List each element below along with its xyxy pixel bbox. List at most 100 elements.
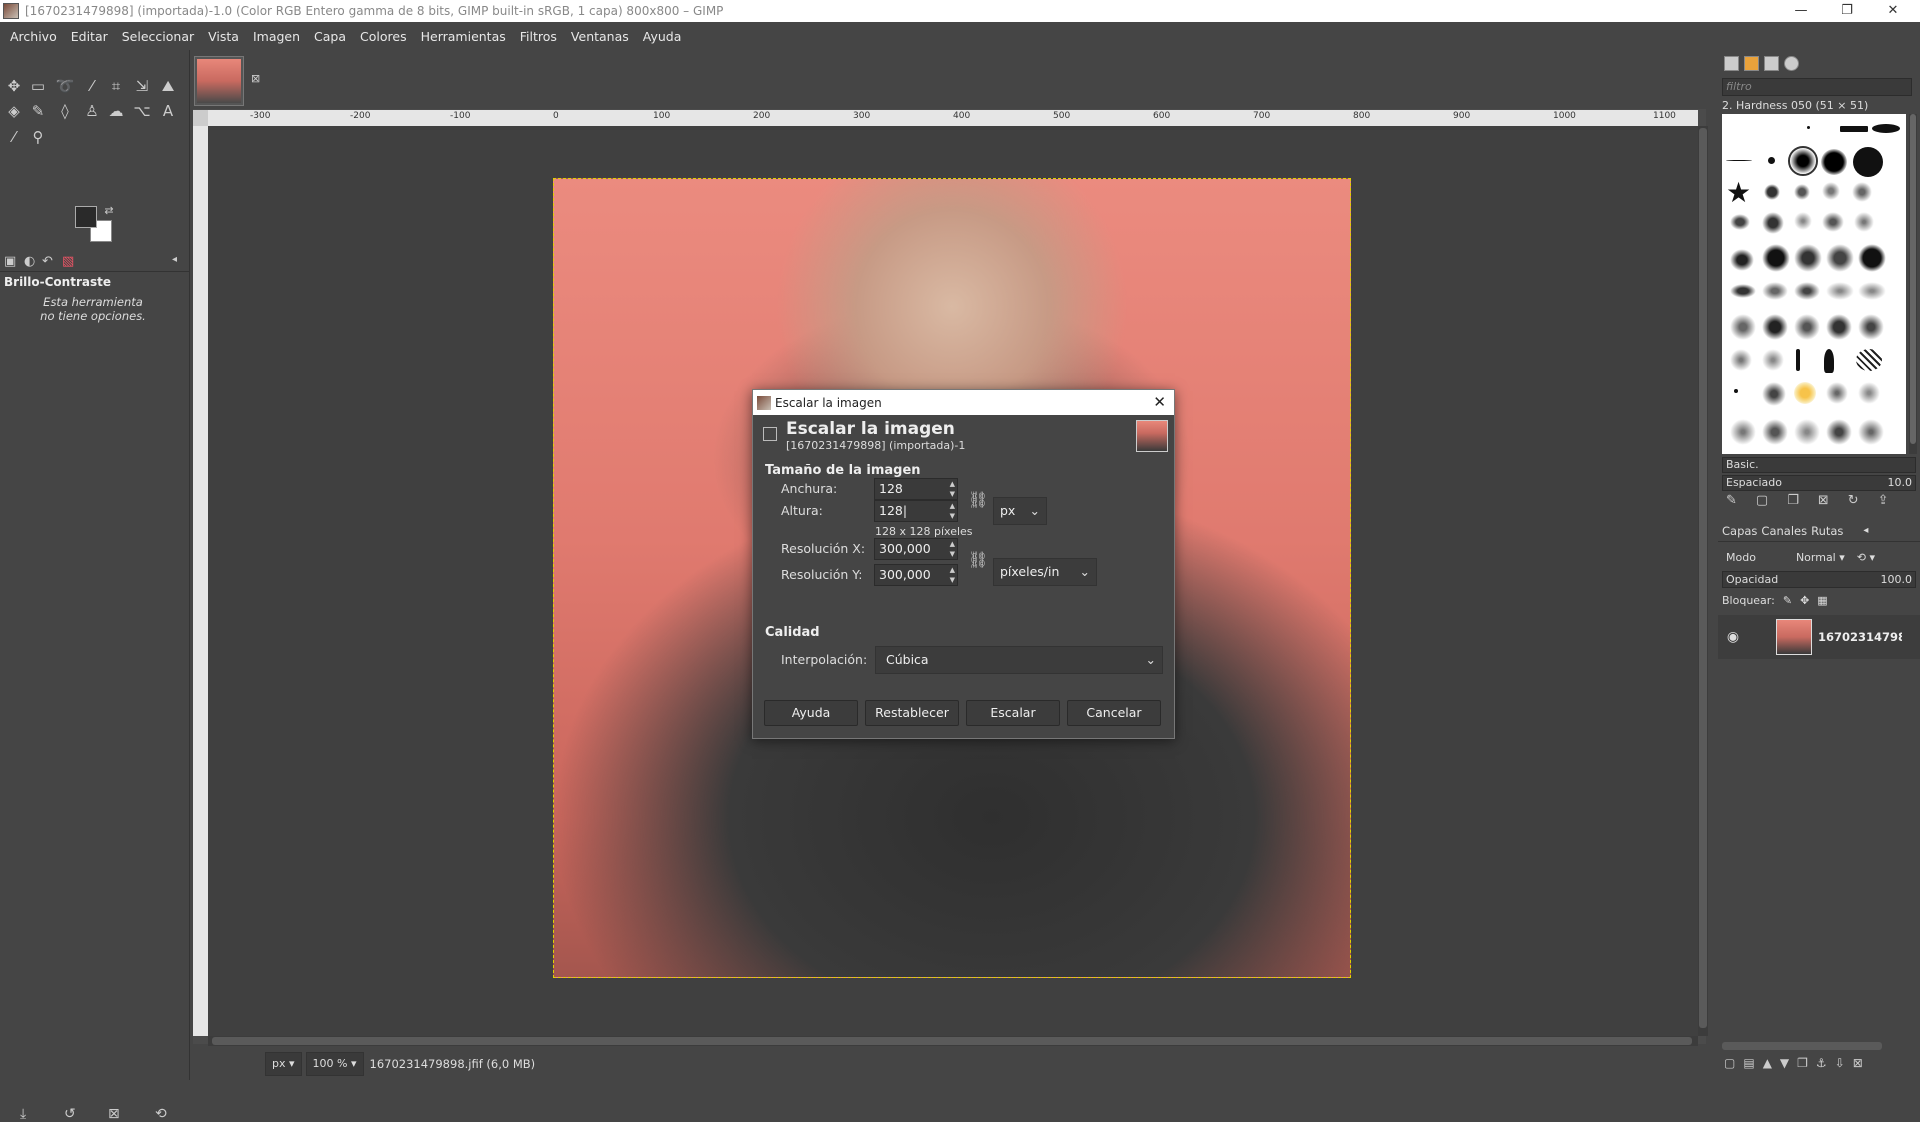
new-group-icon[interactable]: ▤ xyxy=(1743,1056,1754,1070)
star-brush-icon[interactable]: ★ xyxy=(1726,176,1751,209)
scale-button[interactable]: Escalar xyxy=(966,700,1060,726)
resolution-unit-dropdown[interactable]: píxeles/in ⌄ xyxy=(993,558,1097,586)
brush-preview[interactable] xyxy=(1730,284,1756,298)
delete-layer-icon[interactable]: ⊠ xyxy=(1853,1056,1863,1070)
open-brush-icon[interactable]: ⇪ xyxy=(1878,493,1889,508)
interpolation-dropdown[interactable]: Cúbica ⌄ xyxy=(875,646,1163,674)
fonts-tab-icon[interactable] xyxy=(1764,56,1779,71)
brush-preview[interactable] xyxy=(1856,349,1882,371)
resy-stepper-icon[interactable]: ▲ ▼ xyxy=(950,565,955,585)
clone-icon[interactable]: ♙ xyxy=(81,100,103,122)
paintbrush-icon[interactable]: ✎ xyxy=(27,100,49,122)
foreground-color-swatch[interactable] xyxy=(75,206,97,228)
brush-preview[interactable] xyxy=(1726,160,1752,161)
brush-preview[interactable] xyxy=(1872,124,1900,133)
brush-preview[interactable] xyxy=(1734,389,1738,393)
lock-position-icon[interactable]: ✥ xyxy=(1800,594,1809,607)
eye-icon[interactable]: ◉ xyxy=(1718,629,1748,645)
menu-editar[interactable]: Editar xyxy=(64,29,115,44)
brush-preview[interactable] xyxy=(1854,212,1874,232)
brush-preview[interactable] xyxy=(1762,382,1786,406)
reset-button[interactable]: Restablecer xyxy=(865,700,959,726)
device-status-tab-icon[interactable]: ◐ xyxy=(24,254,35,269)
height-input[interactable]: 128| ▲ ▼ xyxy=(874,500,958,522)
new-layer-icon[interactable]: ▢ xyxy=(1724,1056,1735,1070)
brush-preview[interactable] xyxy=(1794,419,1820,445)
brush-preview[interactable] xyxy=(1794,212,1812,230)
lock-pixels-icon[interactable]: ✎ xyxy=(1783,594,1792,607)
brush-preview[interactable] xyxy=(1764,184,1780,200)
image-tab[interactable] xyxy=(194,56,244,106)
menu-archivo[interactable]: Archivo xyxy=(3,29,64,44)
unit-dropdown[interactable]: px ▾ xyxy=(265,1052,302,1076)
menu-capa[interactable]: Capa xyxy=(307,29,353,44)
anchor-layer-icon[interactable]: ⚓ xyxy=(1816,1056,1827,1070)
brush-preview[interactable] xyxy=(1768,157,1775,164)
lock-alpha-icon[interactable]: ▦ xyxy=(1817,594,1827,607)
delete-options-icon[interactable]: ⊠ xyxy=(108,1106,120,1122)
brush-preview[interactable] xyxy=(1821,149,1847,175)
brush-preview[interactable] xyxy=(1762,314,1788,340)
patterns-tab-icon[interactable] xyxy=(1744,56,1759,71)
brush-preview[interactable] xyxy=(1826,382,1848,404)
menu-seleccionar[interactable]: Seleccionar xyxy=(115,29,201,44)
duplicate-brush-icon[interactable]: ❐ xyxy=(1787,493,1799,508)
brush-preview[interactable] xyxy=(1826,282,1854,300)
paths-icon[interactable]: ⌥ xyxy=(131,100,153,122)
tab-paths[interactable]: Rutas xyxy=(1811,524,1843,538)
brush-preview[interactable] xyxy=(1762,244,1790,272)
brush-scrollbar-thumb[interactable] xyxy=(1910,114,1916,444)
brush-tag-input[interactable]: Basic. xyxy=(1722,457,1916,473)
brush-preview[interactable] xyxy=(1824,349,1834,373)
brush-filter-input[interactable]: filtro xyxy=(1722,78,1912,96)
fuzzy-select-icon[interactable]: ⁄ xyxy=(81,75,103,97)
brush-preview[interactable] xyxy=(1730,249,1754,271)
move-tool-icon[interactable]: ✥ xyxy=(3,75,25,97)
brush-preview[interactable] xyxy=(1796,349,1800,371)
tab-layers[interactable]: Capas xyxy=(1722,524,1757,538)
zoom-icon[interactable]: ⚲ xyxy=(27,126,49,148)
brush-grid[interactable]: ★ xyxy=(1722,114,1906,454)
brush-preview[interactable] xyxy=(1852,182,1872,202)
layer-row[interactable]: ◉ 1670231479898 xyxy=(1718,615,1920,659)
spacing-slider[interactable]: Espaciado 10.0 xyxy=(1722,475,1916,491)
crop-icon[interactable]: ⌗ xyxy=(105,75,127,97)
undo-history-tab-icon[interactable]: ↶ xyxy=(42,254,53,269)
brush-preview[interactable] xyxy=(1858,244,1886,272)
width-input[interactable]: 128 ▲ ▼ xyxy=(874,478,958,500)
restore-options-icon[interactable]: ↺ xyxy=(64,1106,76,1122)
brush-preview[interactable] xyxy=(1762,212,1784,234)
menu-filtros[interactable]: Filtros xyxy=(513,29,564,44)
brush-preview[interactable] xyxy=(1822,182,1840,200)
image-tab-close-icon[interactable]: ⊠ xyxy=(251,72,260,85)
menu-vista[interactable]: Vista xyxy=(201,29,246,44)
resx-stepper-icon[interactable]: ▲ ▼ xyxy=(950,539,955,559)
rect-select-icon[interactable]: ▭ xyxy=(27,75,49,97)
brush-preview[interactable] xyxy=(1794,314,1820,340)
close-icon[interactable]: ✕ xyxy=(1870,0,1916,22)
opacity-slider[interactable]: Opacidad 100.0 xyxy=(1722,571,1916,588)
dialog-close-icon[interactable]: ✕ xyxy=(1153,393,1166,411)
brush-preview[interactable] xyxy=(1840,126,1868,132)
vertical-scrollbar-thumb[interactable] xyxy=(1699,128,1707,1028)
panel-menu-icon[interactable]: ◂ xyxy=(172,254,177,265)
mode-dropdown[interactable]: Normal ▾ xyxy=(1796,551,1845,564)
brush-preview[interactable] xyxy=(1730,214,1750,230)
text-tool-icon[interactable]: A xyxy=(157,100,179,122)
brush-preview[interactable] xyxy=(1858,382,1880,404)
delete-brush-icon[interactable]: ⊠ xyxy=(1818,493,1829,508)
menu-ventanas[interactable]: Ventanas xyxy=(564,29,636,44)
eraser-icon[interactable]: ◊ xyxy=(54,100,76,122)
save-options-icon[interactable]: ⤓ xyxy=(20,1106,26,1122)
brush-preview[interactable] xyxy=(1762,419,1788,445)
raise-layer-icon[interactable]: ▲ xyxy=(1763,1056,1772,1070)
brush-preview[interactable] xyxy=(1794,282,1820,300)
brush-preview[interactable] xyxy=(1858,282,1886,300)
warp-icon[interactable]: ⛰ xyxy=(157,75,179,97)
vertical-scrollbar[interactable] xyxy=(1698,126,1708,1036)
resolution-chain-icon[interactable]: ⛓ xyxy=(968,550,988,569)
brush-preview[interactable] xyxy=(1826,314,1852,340)
horizontal-scrollbar[interactable] xyxy=(208,1036,1698,1046)
brush-preview[interactable] xyxy=(1794,244,1822,272)
height-stepper-icon[interactable]: ▲ ▼ xyxy=(950,501,955,521)
